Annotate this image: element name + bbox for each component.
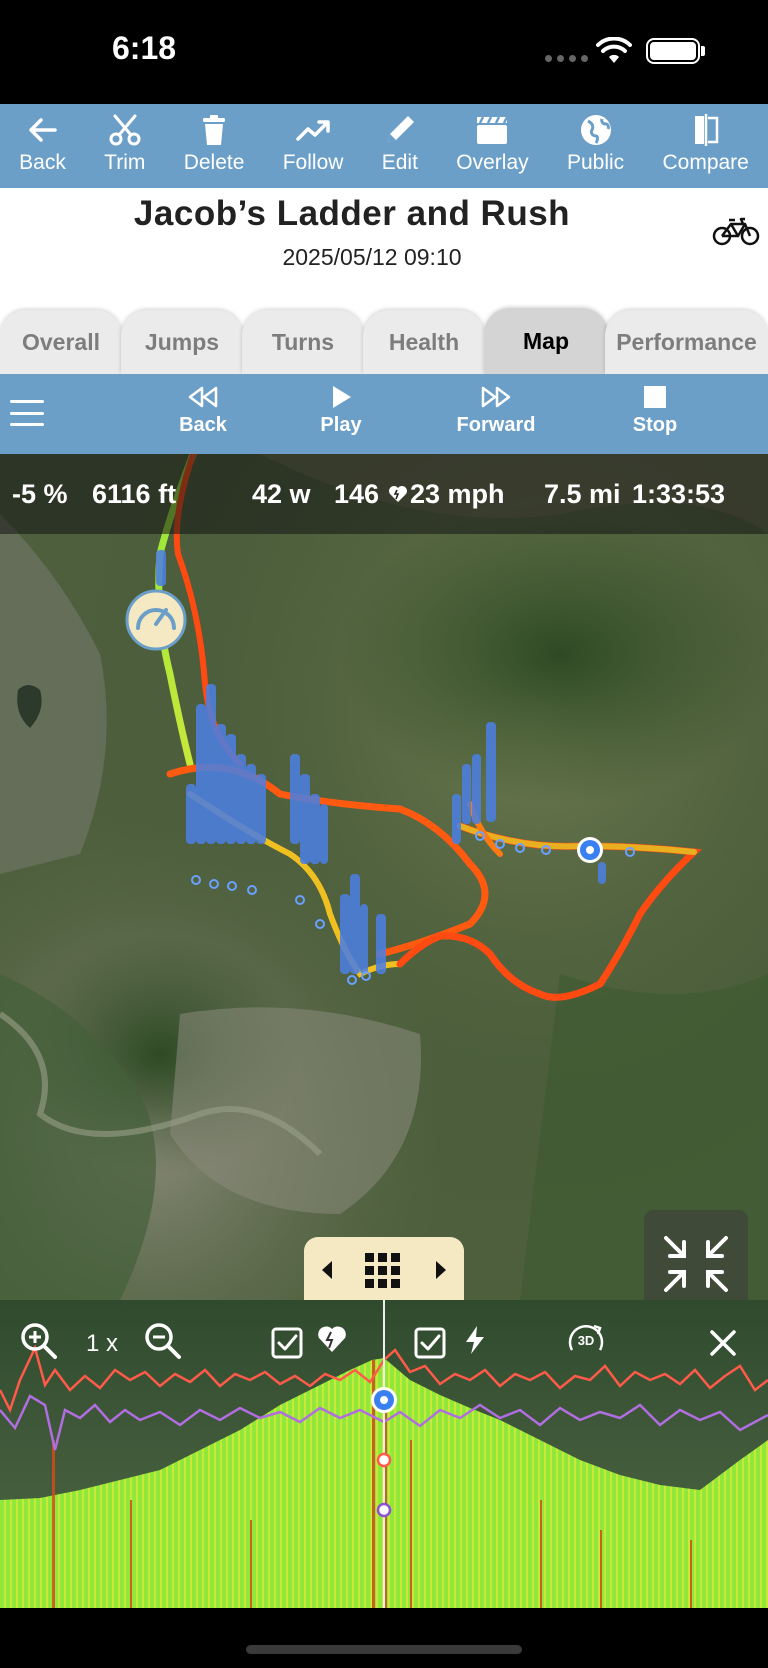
compare-label: Compare: [662, 151, 749, 174]
tab-jumps[interactable]: Jumps: [121, 310, 243, 374]
heart-icon: [389, 486, 407, 502]
play-label: Play: [320, 414, 362, 436]
follow-button[interactable]: Follow: [264, 104, 363, 188]
zoom-level: 1 x: [86, 1330, 119, 1357]
edit-label: Edit: [381, 151, 418, 174]
close-icon[interactable]: [708, 1328, 738, 1358]
status-bar: 6:18: [0, 0, 768, 104]
section-tabs: Overall Jumps Turns Health Map Performan…: [0, 306, 768, 374]
battery-icon: [646, 38, 700, 64]
ride-datetime: 2025/05/12 09:10: [282, 244, 462, 270]
chevron-left-icon[interactable]: [320, 1259, 334, 1281]
top-toolbar: Back Trim Delete Follow Edit Overlay Pub…: [0, 104, 768, 188]
menu-icon[interactable]: [10, 400, 44, 426]
battery-tip: [701, 46, 705, 56]
fast-forward-icon: [481, 386, 511, 408]
edit-button[interactable]: Edit: [363, 104, 438, 188]
svg-text:3D: 3D: [578, 1333, 595, 1348]
scissors-icon: [109, 114, 141, 146]
ride-header: Jacob’s Ladder and Rush 2025/05/12 09:10: [0, 188, 768, 310]
ride-readout: -5 % 6116 ft 42 w 146 23 mph 7.5 mi 1:33…: [0, 454, 768, 534]
tab-health[interactable]: Health: [363, 310, 485, 374]
compare-button[interactable]: Compare: [643, 104, 768, 188]
satellite-map[interactable]: [0, 454, 768, 1300]
zoom-out-icon[interactable]: [144, 1322, 182, 1360]
cellular-signal-icon: [545, 55, 588, 62]
grade-value: -5 %: [12, 478, 68, 509]
tab-performance[interactable]: Performance: [605, 310, 768, 374]
lightning-icon: [466, 1326, 484, 1354]
trim-label: Trim: [104, 151, 146, 174]
power-checkbox[interactable]: [413, 1326, 447, 1360]
compare-icon: [694, 114, 718, 146]
heart-rate-value: 146: [334, 478, 380, 509]
forward-button[interactable]: Forward: [446, 384, 546, 437]
bicycle-icon: [712, 217, 760, 246]
overlay-button[interactable]: Overlay: [437, 104, 548, 188]
playback-back-label: Back: [179, 414, 227, 436]
wifi-icon: [596, 37, 632, 63]
globe-icon: [580, 115, 611, 145]
3d-rotate-icon[interactable]: 3D: [564, 1320, 608, 1360]
ride-title: Jacob’s Ladder and Rush: [133, 194, 571, 233]
home-indicator[interactable]: [246, 1645, 522, 1654]
playback-bar: Back Play Forward Stop: [0, 374, 768, 454]
forward-label: Forward: [456, 414, 536, 436]
power-value: 42 w: [252, 478, 311, 509]
playback-back-button[interactable]: Back: [168, 384, 238, 437]
overlay-label: Overlay: [456, 151, 529, 174]
trash-icon: [203, 115, 226, 145]
follow-label: Follow: [282, 151, 344, 174]
chevron-right-icon[interactable]: [434, 1259, 448, 1281]
play-icon: [333, 386, 351, 408]
trend-icon: [296, 120, 330, 141]
heart-rate-icon: [318, 1326, 346, 1352]
stop-icon: [644, 386, 666, 408]
trim-button[interactable]: Trim: [85, 104, 165, 188]
rewind-icon: [188, 386, 218, 408]
heart-rate-checkbox[interactable]: [270, 1326, 304, 1360]
elevation-value: 6116 ft: [92, 478, 177, 509]
delete-label: Delete: [183, 151, 245, 174]
clapperboard-icon: [477, 116, 509, 144]
tab-map[interactable]: Map: [484, 308, 608, 374]
home-indicator-area: [0, 1608, 768, 1668]
delete-button[interactable]: Delete: [165, 104, 264, 188]
status-time: 6:18: [112, 30, 177, 66]
zoom-in-icon[interactable]: [20, 1322, 58, 1360]
back-label: Back: [19, 151, 66, 174]
distance-value: 7.5 mi: [544, 478, 621, 509]
speed-value: 23 mph: [410, 478, 505, 509]
duration-value: 1:33:53: [632, 478, 726, 509]
collapse-icon[interactable]: [660, 1232, 732, 1296]
back-button[interactable]: Back: [0, 104, 85, 188]
arrow-left-icon: [28, 118, 57, 142]
stop-label: Stop: [632, 414, 678, 436]
chart-scroll-pill[interactable]: [304, 1237, 464, 1301]
tab-turns[interactable]: Turns: [242, 310, 364, 374]
public-label: Public: [566, 151, 625, 174]
stop-button[interactable]: Stop: [620, 384, 690, 437]
pencil-icon: [387, 116, 414, 142]
public-button[interactable]: Public: [548, 104, 644, 188]
tab-overall[interactable]: Overall: [0, 310, 122, 374]
play-button[interactable]: Play: [306, 384, 376, 437]
grid-icon[interactable]: [363, 1251, 403, 1289]
chart-controls: 1 x 3D: [0, 1300, 768, 1380]
map-canvas: [0, 454, 768, 1300]
